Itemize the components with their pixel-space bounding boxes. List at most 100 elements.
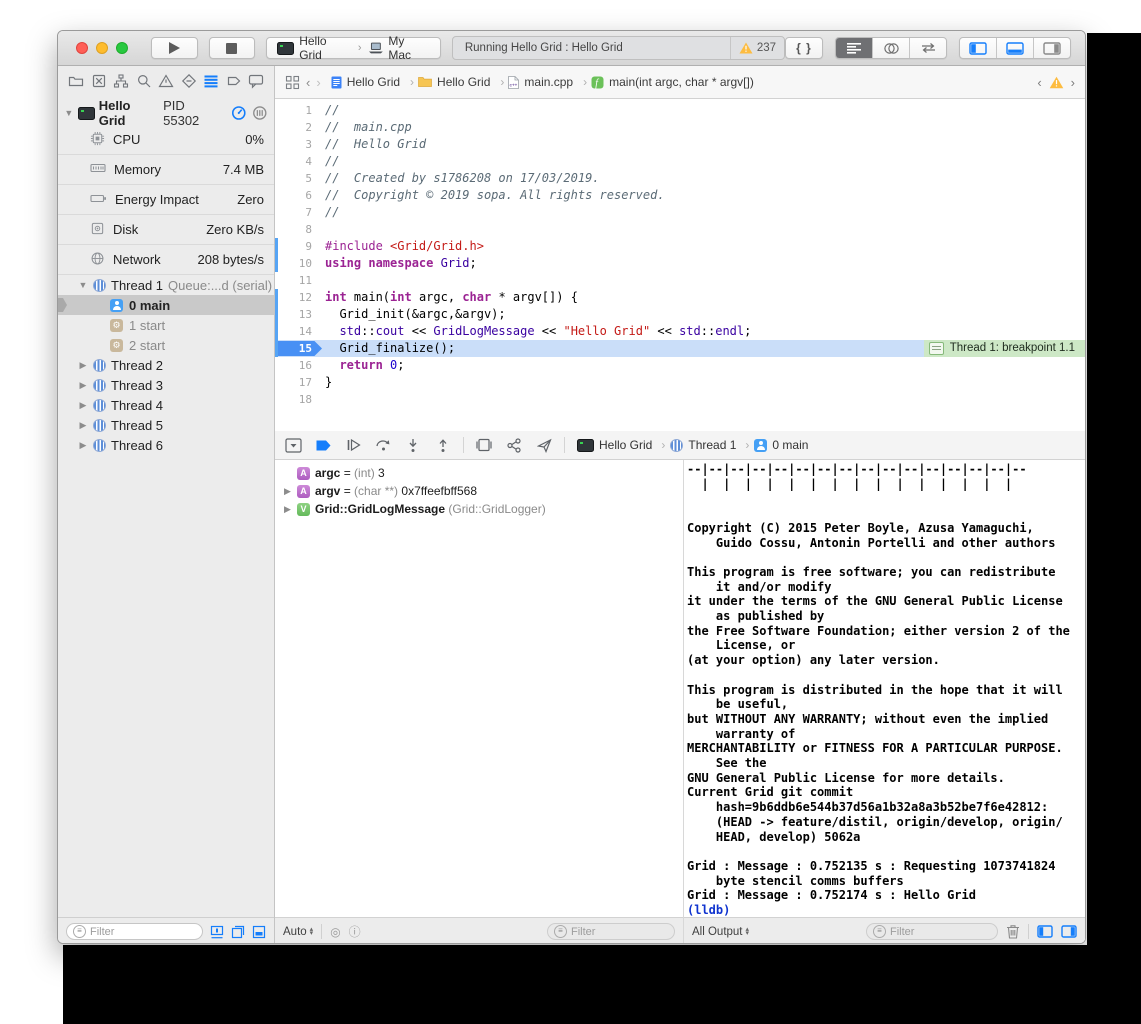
breadcrumb-symbol[interactable]: f main(int argc, char * argv[]) [591, 75, 764, 89]
line-number[interactable]: 13 [275, 306, 312, 323]
variable-row[interactable]: Aargc = (int) 3 [275, 464, 683, 482]
variable-row[interactable]: ▶Aargv = (char **) 0x7ffeefbff568 [275, 482, 683, 500]
trash-icon[interactable] [1006, 924, 1020, 939]
memory-graph-icon[interactable] [252, 105, 268, 121]
inspector-panel-toggle[interactable] [1033, 38, 1070, 58]
continue-button[interactable] [343, 436, 363, 454]
gauge-icon[interactable] [231, 105, 247, 121]
thread-row[interactable]: ▶Thread 4 [58, 395, 274, 415]
step-over-button[interactable] [373, 436, 393, 454]
project-navigator-tab[interactable] [68, 73, 84, 94]
zoom-button[interactable] [116, 42, 128, 54]
thread-row[interactable]: ▶Thread 5 [58, 415, 274, 435]
group-by-queue-icon[interactable] [252, 925, 266, 939]
code-review-button[interactable]: { } [785, 37, 823, 59]
version-editor-button[interactable] [909, 38, 946, 58]
variables-filter-input[interactable] [571, 926, 668, 938]
variables-view-toggle-icon[interactable] [1037, 925, 1053, 938]
disclosure-closed-icon[interactable]: ▶ [78, 440, 88, 451]
breadcrumb-group[interactable]: Hello Grid [418, 75, 504, 89]
navigator-filter-field[interactable]: ≡ [66, 923, 203, 940]
variables-filter-field[interactable]: ≡ [547, 923, 675, 940]
variable-row[interactable]: ▶VGrid::GridLogMessage (Grid::GridLogger… [275, 500, 683, 518]
line-number[interactable]: 8 [275, 221, 312, 238]
scheme-selector[interactable]: Hello Grid › My Mac [266, 37, 441, 59]
line-number[interactable]: 16 [275, 357, 312, 374]
console-scope-popup[interactable]: All Output ▴▾ [692, 926, 749, 938]
simulate-location-button[interactable] [534, 436, 554, 454]
disclosure-closed-icon[interactable]: ▶ [78, 380, 88, 391]
navigator-filter-input[interactable] [90, 926, 196, 938]
line-number[interactable]: 15 [275, 340, 312, 357]
breakpoints-toggle-button[interactable] [313, 436, 333, 454]
gauge-row-memory[interactable]: Memory7.4 MB [58, 155, 274, 185]
thread-row[interactable]: ▶Thread 2 [58, 355, 274, 375]
debug-area-toggle[interactable] [996, 38, 1033, 58]
stop-button[interactable] [209, 37, 256, 59]
line-number[interactable]: 7 [275, 204, 312, 221]
gauge-row-network[interactable]: Network208 bytes/s [58, 245, 274, 275]
line-number[interactable]: 5 [275, 170, 312, 187]
variables-scope-popup[interactable]: Auto ▴▾ [283, 926, 313, 938]
console-filter-field[interactable]: ≡ [866, 923, 998, 940]
line-number[interactable]: 11 [275, 272, 312, 289]
line-number[interactable]: 4 [275, 153, 312, 170]
console-filter-input[interactable] [890, 926, 991, 938]
next-issue-button[interactable]: › [1071, 75, 1075, 90]
running-filter-icon[interactable] [210, 925, 224, 939]
line-number[interactable]: 3 [275, 136, 312, 153]
hide-debug-area-button[interactable] [283, 436, 303, 454]
report-navigator-tab[interactable] [248, 73, 264, 94]
forward-button[interactable]: › [316, 75, 320, 90]
related-items-icon[interactable] [285, 75, 300, 90]
debug-crumb-process[interactable]: Hello Grid [577, 438, 665, 452]
info-icon[interactable]: ⓘ [349, 923, 361, 940]
debug-navigator-tab[interactable] [203, 73, 219, 94]
disclosure-closed-icon[interactable]: ▶ [78, 400, 88, 411]
warning-count-badge[interactable]: 237 [730, 37, 776, 59]
issue-navigator-tab[interactable] [158, 73, 174, 94]
test-navigator-tab[interactable] [181, 73, 197, 94]
line-number[interactable]: 1 [275, 102, 312, 119]
breakpoint-annotation[interactable]: Thread 1: breakpoint 1.1 [924, 340, 1085, 357]
standard-editor-button[interactable] [836, 38, 872, 58]
debug-crumb-frame[interactable]: 0 main [754, 438, 817, 452]
line-number[interactable]: 17 [275, 374, 312, 391]
minimize-button[interactable] [96, 42, 108, 54]
disclosure-closed-icon[interactable]: ▶ [78, 420, 88, 431]
breadcrumb-project[interactable]: Hello Grid [331, 75, 414, 89]
symbol-navigator-tab[interactable] [113, 73, 129, 94]
frame-row[interactable]: 1 start [58, 315, 274, 335]
source-control-navigator-tab[interactable] [91, 73, 107, 94]
memory-graph-button[interactable] [504, 436, 524, 454]
scope-icon[interactable]: ◎ [330, 925, 340, 939]
step-out-button[interactable] [433, 436, 453, 454]
disclosure-open-icon[interactable]: ▼ [64, 108, 74, 118]
console-view-toggle-icon[interactable] [1061, 925, 1077, 938]
navigator-panel-toggle[interactable] [960, 38, 996, 58]
step-into-button[interactable] [403, 436, 423, 454]
line-number[interactable]: 9 [275, 238, 312, 255]
previous-issue-button[interactable]: ‹ [1037, 75, 1041, 90]
disclosure-closed-icon[interactable]: ▶ [78, 360, 88, 371]
line-number[interactable]: 14 [275, 323, 312, 340]
run-button[interactable] [151, 37, 198, 59]
disclosure-closed-icon[interactable]: ▶ [283, 486, 292, 497]
find-navigator-tab[interactable] [136, 73, 152, 94]
breadcrumb-file[interactable]: c++ main.cpp [508, 75, 587, 89]
close-button[interactable] [76, 42, 88, 54]
back-button[interactable]: ‹ [306, 75, 310, 90]
assistant-editor-button[interactable] [872, 38, 909, 58]
thread-row[interactable]: ▶Thread 3 [58, 375, 274, 395]
disclosure-closed-icon[interactable]: ▶ [283, 504, 292, 515]
source-editor[interactable]: 1//2// main.cpp3// Hello Grid4//5// Crea… [275, 99, 1085, 431]
gauge-row-cpu[interactable]: CPU0% [58, 125, 274, 155]
view-hierarchy-button[interactable] [474, 436, 494, 454]
frame-row[interactable]: 0 main [58, 295, 274, 315]
compress-frames-icon[interactable] [231, 925, 245, 939]
line-number[interactable]: 18 [275, 391, 312, 408]
line-number[interactable]: 12 [275, 289, 312, 306]
line-number[interactable]: 2 [275, 119, 312, 136]
gauge-row-energy-impact[interactable]: Energy ImpactZero [58, 185, 274, 215]
breakpoint-navigator-tab[interactable] [226, 73, 242, 94]
